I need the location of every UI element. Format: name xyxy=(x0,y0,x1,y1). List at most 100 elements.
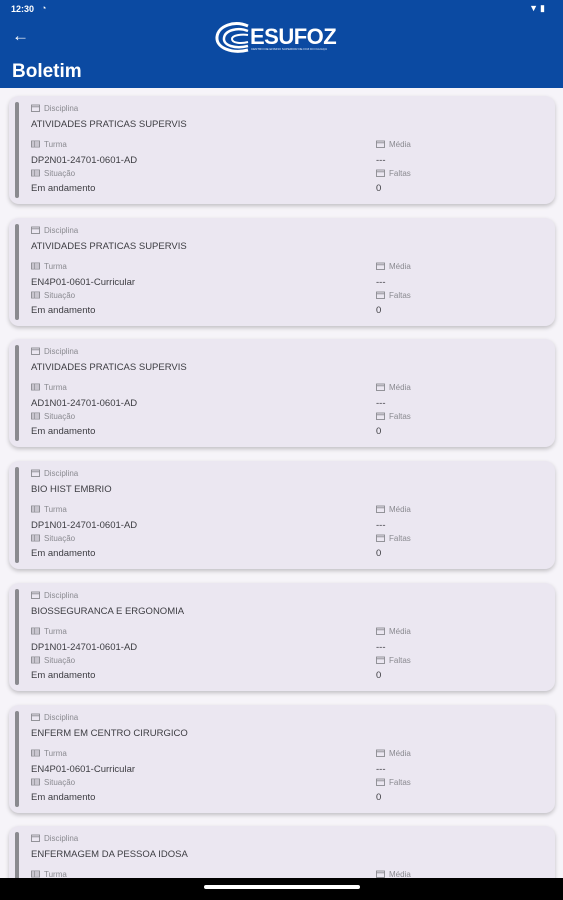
back-arrow-icon[interactable]: ← xyxy=(12,27,29,45)
calendar-icon xyxy=(376,412,389,421)
disciplina-label: Disciplina xyxy=(31,104,78,113)
situacao-label-text: Situação xyxy=(44,169,76,178)
grade-card[interactable]: Disciplina ENFERM EM CENTRO CIRURGICO Turm… xyxy=(9,704,555,813)
grid-icon xyxy=(31,291,44,300)
turma-label: Turma xyxy=(31,262,67,271)
calendar-icon xyxy=(31,713,44,722)
grid-icon xyxy=(31,870,44,878)
grade-card[interactable]: Disciplina ENFERMAGEM DA PESSOA IDOSA Turm… xyxy=(9,826,555,878)
situacao-label-text: Situação xyxy=(44,290,76,300)
disciplina-label: Disciplina xyxy=(31,226,78,235)
turma-value: AD1N01-24701-0601-AD xyxy=(31,398,138,410)
disciplina-value: BIOSSEGURANCA E ERGONOMIA xyxy=(31,605,185,617)
situacao-value: Em andamento xyxy=(31,304,96,316)
app-bar: 12:30 ◔ ▼▮ ← ESUFOZ CENTRO DE ENSINO SUP… xyxy=(0,0,563,88)
faltas-label-text: Faltas xyxy=(389,534,411,544)
situacao-value: Em andamento xyxy=(31,426,96,438)
turma-label-text: Turma xyxy=(44,748,67,758)
faltas-value: 0 xyxy=(376,183,382,194)
grade-card[interactable]: Disciplina ATIVIDADES PRATICAS SUPERVIS Tu… xyxy=(9,339,555,448)
media-label: Média xyxy=(376,870,411,878)
logo-swoosh-icon xyxy=(215,22,249,53)
card-accent-bar xyxy=(15,223,19,320)
media-label: Média xyxy=(376,140,411,149)
grid-icon xyxy=(31,749,44,758)
grades-list[interactable]: Disciplina ATIVIDADES PRATICAS SUPERVIS Tu… xyxy=(0,88,563,878)
media-value: --- xyxy=(376,398,386,410)
calendar-icon xyxy=(376,291,389,300)
media-label: Média xyxy=(376,627,411,636)
grid-icon xyxy=(31,262,44,271)
grade-card[interactable]: Disciplina ATIVIDADES PRATICAS SUPERVIS Tu… xyxy=(9,217,555,326)
turma-value: EN4P01-0601-Curricular xyxy=(31,276,136,288)
card-accent-bar xyxy=(15,710,19,807)
media-value: --- xyxy=(376,641,386,653)
situacao-label-text: Situação xyxy=(44,777,76,787)
faltas-label-text: Faltas xyxy=(389,412,411,422)
faltas-label: Faltas xyxy=(376,169,411,178)
situacao-label: Situação xyxy=(31,169,75,178)
turma-label-text: Turma xyxy=(44,140,67,149)
situacao-label: Situação xyxy=(31,656,75,665)
disciplina-label-text: Disciplina xyxy=(44,347,79,357)
wifi-battery-icon: ▼▮ xyxy=(529,3,547,13)
faltas-value: 0 xyxy=(376,426,382,438)
disciplina-value: ENFERM EM CENTRO CIRURGICO xyxy=(31,727,188,739)
calendar-icon xyxy=(376,169,389,178)
disciplina-label: Disciplina xyxy=(31,834,78,843)
media-label: Média xyxy=(376,262,411,271)
media-value: --- xyxy=(376,763,386,775)
turma-value: DP1N01-24701-0601-AD xyxy=(31,520,138,532)
turma-label-text: Turma xyxy=(44,383,67,393)
calendar-icon xyxy=(31,104,44,113)
system-nav-bar xyxy=(0,878,563,900)
turma-label-text: Turma xyxy=(44,870,67,878)
home-handle[interactable] xyxy=(204,885,360,889)
media-label-text: Média xyxy=(389,383,411,393)
media-label-text: Média xyxy=(389,748,411,758)
turma-label-text: Turma xyxy=(44,505,67,515)
faltas-label-text: Faltas xyxy=(389,290,411,300)
disciplina-value: ATIVIDADES PRATICAS SUPERVIS xyxy=(31,240,187,252)
turma-label-text: Turma xyxy=(44,261,67,271)
turma-label-text: Turma xyxy=(44,626,67,636)
turma-label: Turma xyxy=(31,505,67,514)
situacao-label: Situação xyxy=(31,778,75,787)
status-time: 12:30 xyxy=(11,4,35,14)
calendar-icon xyxy=(31,347,44,356)
situacao-value: Em andamento xyxy=(31,183,96,194)
grid-icon xyxy=(31,169,44,178)
situacao-label: Situação xyxy=(31,534,75,543)
situacao-label: Situação xyxy=(31,412,75,421)
card-accent-bar xyxy=(15,102,19,198)
disciplina-label: Disciplina xyxy=(31,713,78,722)
media-label-text: Média xyxy=(389,626,411,636)
calendar-icon xyxy=(376,262,389,271)
disciplina-value: ENFERMAGEM DA PESSOA IDOSA xyxy=(31,849,188,861)
media-label-text: Média xyxy=(389,505,411,515)
turma-value: DP1N01-24701-0601-AD xyxy=(31,641,138,653)
grade-card[interactable]: Disciplina BIO HIST EMBRIO Turma DP1N01-247… xyxy=(9,461,555,570)
faltas-value: 0 xyxy=(376,791,382,803)
grid-icon xyxy=(31,534,44,543)
card-accent-bar xyxy=(15,832,19,878)
calendar-icon xyxy=(376,534,389,543)
media-value: --- xyxy=(376,276,386,288)
situacao-label-text: Situação xyxy=(44,412,76,422)
grade-card[interactable]: Disciplina BIOSSEGURANCA E ERGONOMIA Turma… xyxy=(9,582,555,691)
media-label-text: Média xyxy=(389,140,411,149)
turma-label: Turma xyxy=(31,140,67,149)
media-label-text: Média xyxy=(389,261,411,271)
faltas-label: Faltas xyxy=(376,656,411,665)
faltas-label: Faltas xyxy=(376,778,411,787)
disciplina-label-text: Disciplina xyxy=(44,225,79,235)
media-value: --- xyxy=(376,155,386,166)
situacao-label-text: Situação xyxy=(44,655,76,665)
faltas-label: Faltas xyxy=(376,412,411,421)
grade-card[interactable]: Disciplina ATIVIDADES PRATICAS SUPERVIS Tu… xyxy=(9,96,555,204)
disciplina-label-text: Disciplina xyxy=(44,834,79,844)
grid-icon xyxy=(31,383,44,392)
calendar-icon xyxy=(376,778,389,787)
disciplina-label-text: Disciplina xyxy=(44,469,79,479)
grid-icon xyxy=(31,505,44,514)
